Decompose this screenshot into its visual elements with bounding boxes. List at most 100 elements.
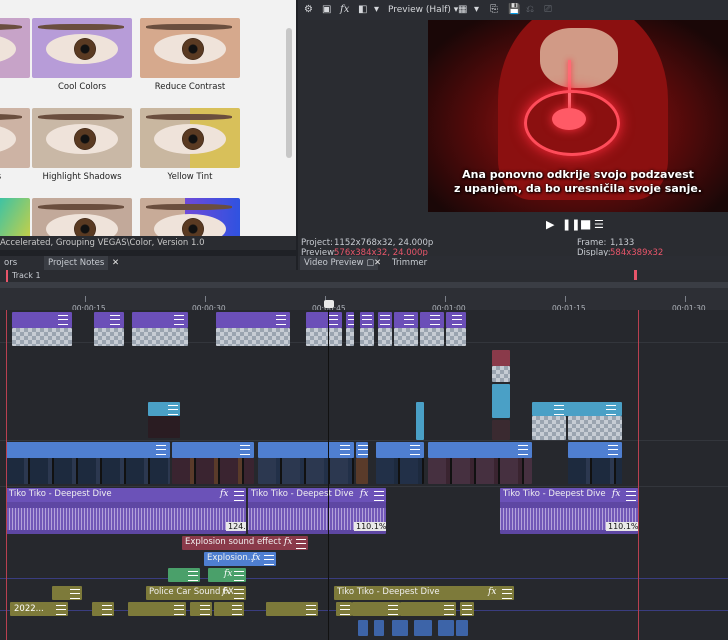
grid-icon[interactable]: ▦ <box>458 3 467 17</box>
preview-quality-dropdown[interactable]: Preview (Half) ▾ <box>388 3 458 17</box>
video-clip[interactable] <box>428 442 532 458</box>
audio-clip-1[interactable]: Tiko Tiko - Deepest Dive fx 124.3% <box>6 488 246 534</box>
fx-thumb-partial-3[interactable] <box>0 198 30 236</box>
menu-icon[interactable] <box>174 315 184 325</box>
bottom-clip[interactable] <box>392 620 408 636</box>
overlay-clip-purple[interactable] <box>12 312 72 328</box>
tab-trimmer[interactable]: Trimmer <box>388 256 431 270</box>
copy-snapshot-icon[interactable]: ⎘ <box>490 3 498 17</box>
menu-icon[interactable] <box>608 445 618 455</box>
sfx-clip-explosion-2[interactable]: Explosion... fx <box>204 552 276 566</box>
menu-icon[interactable] <box>276 315 286 325</box>
close-icon-2[interactable]: ✕ <box>370 256 385 270</box>
fx-thumb-partial[interactable] <box>0 18 30 78</box>
fx-thumb-cool-colors[interactable] <box>32 18 132 78</box>
menu-icon[interactable] <box>188 571 198 581</box>
menu-icon[interactable] <box>340 445 350 455</box>
sfx-clip-olive[interactable] <box>336 602 352 616</box>
overlay-clip-sliver[interactable] <box>416 402 424 440</box>
menu-icon[interactable] <box>462 605 472 615</box>
fx-thumb-highlight-shadows[interactable] <box>32 108 132 168</box>
fx-icon[interactable]: fx <box>220 489 228 499</box>
sfx-clip-olive[interactable] <box>266 602 318 616</box>
menu-icon[interactable] <box>444 605 454 615</box>
menu-icon[interactable] <box>340 605 350 615</box>
menu-icon[interactable] <box>328 315 338 325</box>
video-clip[interactable] <box>376 442 424 458</box>
fx-thumb-yellow-tint[interactable] <box>140 108 240 168</box>
overlay-clip-teal[interactable] <box>148 402 180 416</box>
menu-icon[interactable] <box>306 605 316 615</box>
audio-clip-4[interactable]: Tiko Tiko - Deepest Dive fx <box>334 586 514 600</box>
loop-marker-end[interactable] <box>634 270 637 280</box>
overlay-clip-purple[interactable] <box>346 312 354 328</box>
fx-thumb-row3-a[interactable] <box>32 198 132 236</box>
menu-icon[interactable] <box>404 315 414 325</box>
overlay-clip-checker[interactable] <box>216 328 290 346</box>
overlay-clip-checker[interactable] <box>306 328 342 346</box>
video-thumbnail-strip[interactable] <box>6 458 170 484</box>
video-clip[interactable] <box>356 442 368 458</box>
chevron-down-icon-2[interactable]: ▾ <box>474 3 479 17</box>
bottom-clip[interactable] <box>374 620 384 636</box>
menu-icon[interactable] <box>388 605 398 615</box>
overlay-clip-thumb-2[interactable] <box>148 416 180 438</box>
sfx-clip-green-2[interactable]: fx <box>208 568 246 582</box>
menu-icon[interactable] <box>234 571 244 581</box>
overlay-clip-checker[interactable] <box>346 328 354 346</box>
fx-icon[interactable]: fx <box>360 489 368 499</box>
video-thumbnail-strip[interactable] <box>172 458 254 484</box>
clear-icon[interactable]: ⎚ <box>544 3 552 17</box>
external-monitor-icon[interactable]: ▣ <box>322 3 331 17</box>
menu-icon[interactable] <box>58 315 68 325</box>
sfx-clip-olive[interactable] <box>92 602 114 616</box>
menu-icon[interactable] <box>380 315 390 325</box>
video-thumbnail-strip[interactable] <box>356 458 368 484</box>
overlay-clip-checker[interactable] <box>94 328 124 346</box>
fx-thumb-row3-b[interactable] <box>140 198 240 236</box>
video-thumbnail-strip[interactable] <box>258 458 354 484</box>
menu-icon[interactable] <box>168 405 178 415</box>
close-icon[interactable]: ✕ <box>108 256 123 270</box>
overlay-clip-checker[interactable] <box>132 328 188 346</box>
menu-icon[interactable] <box>232 605 242 615</box>
fx-icon[interactable]: fx <box>612 489 620 499</box>
menu-icon[interactable] <box>362 315 372 325</box>
overlay-clip-checker[interactable] <box>492 366 510 382</box>
fx-icon[interactable]: fx <box>224 569 232 579</box>
timeline-ruler[interactable]: 00:00:15 00:00:30 00:00:45 00:01:00 00:0… <box>0 282 728 313</box>
menu-icon[interactable] <box>518 445 528 455</box>
sfx-clip-olive[interactable] <box>460 602 474 616</box>
overlay-clip-blue[interactable] <box>492 384 510 418</box>
sfx-clip-olive[interactable] <box>400 602 456 616</box>
fx-icon[interactable]: fx <box>222 587 230 597</box>
fx-icon[interactable]: fx <box>340 3 349 17</box>
menu-icon[interactable] <box>452 315 462 325</box>
video-clip[interactable] <box>258 442 354 458</box>
overlay-clip-checker-3[interactable] <box>568 416 622 440</box>
menu-icon[interactable] <box>430 315 440 325</box>
fx-icon[interactable]: fx <box>252 553 260 563</box>
fx-thumb-partial-2[interactable] <box>0 108 30 168</box>
sfx-clip-olive[interactable] <box>190 602 212 616</box>
menu-icon[interactable] <box>110 315 120 325</box>
bottom-clip[interactable] <box>456 620 468 636</box>
menu-icon[interactable] <box>296 539 306 549</box>
video-thumbnail-strip[interactable] <box>428 458 532 484</box>
overlay-clip-teal-2[interactable] <box>532 402 622 416</box>
video-clip[interactable] <box>568 442 622 458</box>
menu-icon[interactable] <box>156 445 166 455</box>
video-thumbnail-strip[interactable] <box>568 458 622 484</box>
overlay-clip-purple[interactable] <box>94 312 124 328</box>
overlay-clip-checker[interactable] <box>360 328 374 346</box>
overlay-clip-purple[interactable] <box>216 312 290 328</box>
menu-icon[interactable] <box>410 445 420 455</box>
menu-icon[interactable] <box>240 445 250 455</box>
overlay-clip-checker[interactable] <box>12 328 72 346</box>
loop-marker-start[interactable] <box>6 270 8 282</box>
sfx-clip-green[interactable] <box>168 568 200 582</box>
bottom-clip[interactable] <box>438 620 454 636</box>
loop-region-bar[interactable] <box>0 282 728 288</box>
overlay-clip-purple[interactable] <box>306 312 342 328</box>
overlay-clip-checker-2[interactable] <box>532 416 566 440</box>
